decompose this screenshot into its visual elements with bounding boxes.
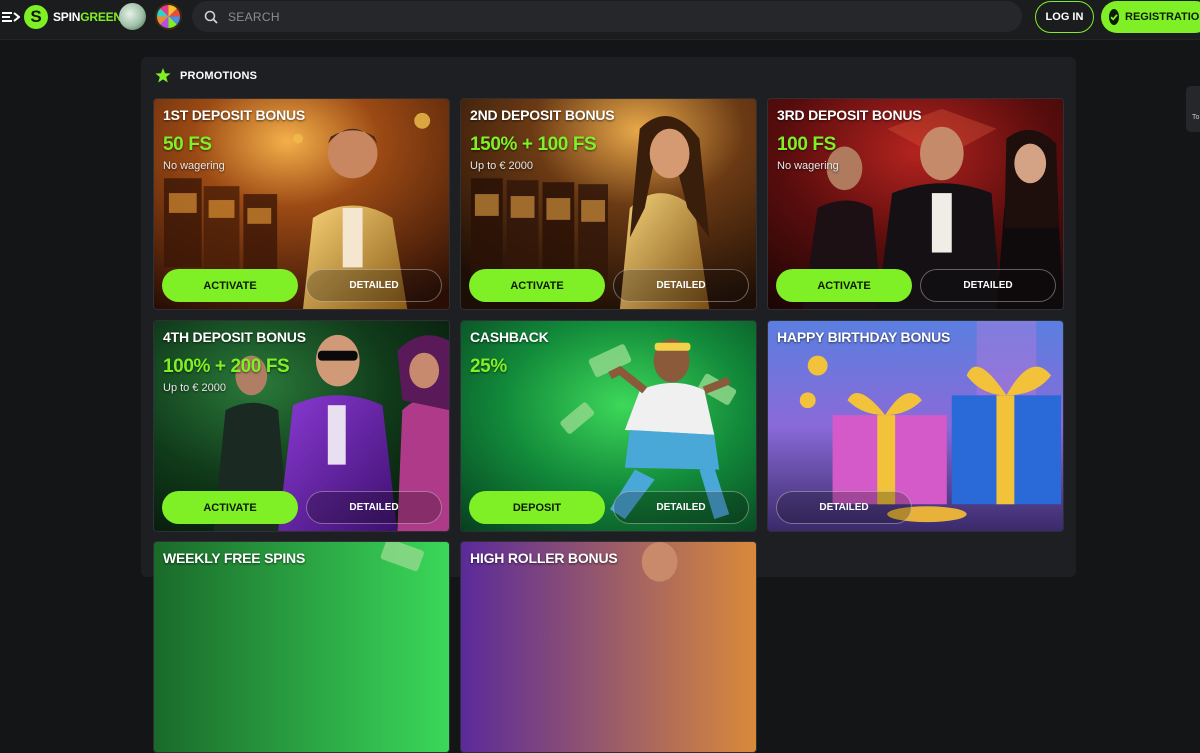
- side-tab-label: To: [1192, 114, 1200, 121]
- card-title: WEEKLY FREE SPINS: [163, 550, 306, 566]
- detailed-button[interactable]: DETAILED: [776, 491, 912, 524]
- top-header: S SPINGREEN LOG IN REGISTRATION: [0, 0, 1200, 40]
- registration-button[interactable]: REGISTRATION: [1101, 1, 1200, 33]
- card-subtitle: Up to € 2000: [163, 382, 226, 394]
- detailed-button[interactable]: DETAILED: [306, 491, 442, 524]
- promo-card-happy-birthday: HAPPY BIRTHDAY BONUS DETAILED: [767, 320, 1064, 532]
- card-subtitle: No wagering: [777, 160, 839, 172]
- search-bar[interactable]: [192, 1, 1022, 32]
- detailed-button[interactable]: DETAILED: [613, 269, 749, 302]
- promo-card-4th-deposit: 4TH DEPOSIT BONUS 100% + 200 FS Up to € …: [153, 320, 450, 532]
- promotions-header: PROMOTIONS: [155, 68, 257, 83]
- deposit-button[interactable]: DEPOSIT: [469, 491, 605, 524]
- dice-game-icon[interactable]: [119, 3, 146, 30]
- promo-card-high-roller: HIGH ROLLER BONUS: [460, 541, 757, 753]
- card-title: 4TH DEPOSIT BONUS: [163, 329, 306, 345]
- registration-label: REGISTRATION: [1125, 11, 1200, 23]
- menu-toggle-icon[interactable]: [2, 9, 21, 25]
- search-icon: [204, 10, 218, 24]
- promo-card-weekly-free-spins: WEEKLY FREE SPINS: [153, 541, 450, 753]
- promo-card-1st-deposit: 1ST DEPOSIT BONUS 50 FS No wagering ACTI…: [153, 98, 450, 310]
- detailed-button[interactable]: DETAILED: [920, 269, 1056, 302]
- activate-button[interactable]: ACTIVATE: [776, 269, 912, 302]
- checkmark-icon: [1109, 9, 1119, 25]
- card-title: HIGH ROLLER BONUS: [470, 550, 618, 566]
- weekly-free-spins-image: [154, 542, 449, 752]
- card-offer: 150% + 100 FS: [470, 134, 597, 155]
- search-input[interactable]: [226, 8, 1006, 25]
- star-icon: [155, 68, 171, 83]
- promotions-panel: PROMOTIONS 1ST DEPOSIT BONUS 50 FS No wa…: [141, 57, 1076, 753]
- activate-button[interactable]: ACTIVATE: [162, 491, 298, 524]
- activate-button[interactable]: ACTIVATE: [162, 269, 298, 302]
- login-button[interactable]: LOG IN: [1035, 1, 1094, 33]
- promo-card-2nd-deposit: 2ND DEPOSIT BONUS 150% + 100 FS Up to € …: [460, 98, 757, 310]
- card-offer: 25%: [470, 356, 507, 377]
- activate-button[interactable]: ACTIVATE: [469, 269, 605, 302]
- card-title: CASHBACK: [470, 329, 549, 345]
- card-subtitle: Up to € 2000: [470, 160, 533, 172]
- wheel-of-fortune-icon[interactable]: [155, 3, 182, 30]
- card-title: 1ST DEPOSIT BONUS: [163, 107, 306, 123]
- detailed-button[interactable]: DETAILED: [613, 491, 749, 524]
- promo-card-3rd-deposit: 3RD DEPOSIT BONUS 100 FS No wagering ACT…: [767, 98, 1064, 310]
- card-offer: 100 FS: [777, 134, 836, 155]
- promotions-title: PROMOTIONS: [180, 69, 258, 82]
- spingreen-logo[interactable]: S SPINGREEN: [24, 5, 122, 29]
- card-subtitle: No wagering: [163, 160, 225, 172]
- logo-wordmark: SPINGREEN: [53, 10, 122, 24]
- side-tab[interactable]: To: [1186, 86, 1200, 132]
- promo-card-cashback: CASHBACK 25% DEPOSIT DETAILED: [460, 320, 757, 532]
- detailed-button[interactable]: DETAILED: [306, 269, 442, 302]
- card-offer: 100% + 200 FS: [163, 356, 290, 377]
- card-title: 3RD DEPOSIT BONUS: [777, 107, 922, 123]
- card-title: 2ND DEPOSIT BONUS: [470, 107, 615, 123]
- logo-s-icon: S: [24, 5, 48, 29]
- card-offer: 50 FS: [163, 134, 212, 155]
- high-roller-image: [461, 542, 756, 752]
- card-title: HAPPY BIRTHDAY BONUS: [777, 329, 951, 345]
